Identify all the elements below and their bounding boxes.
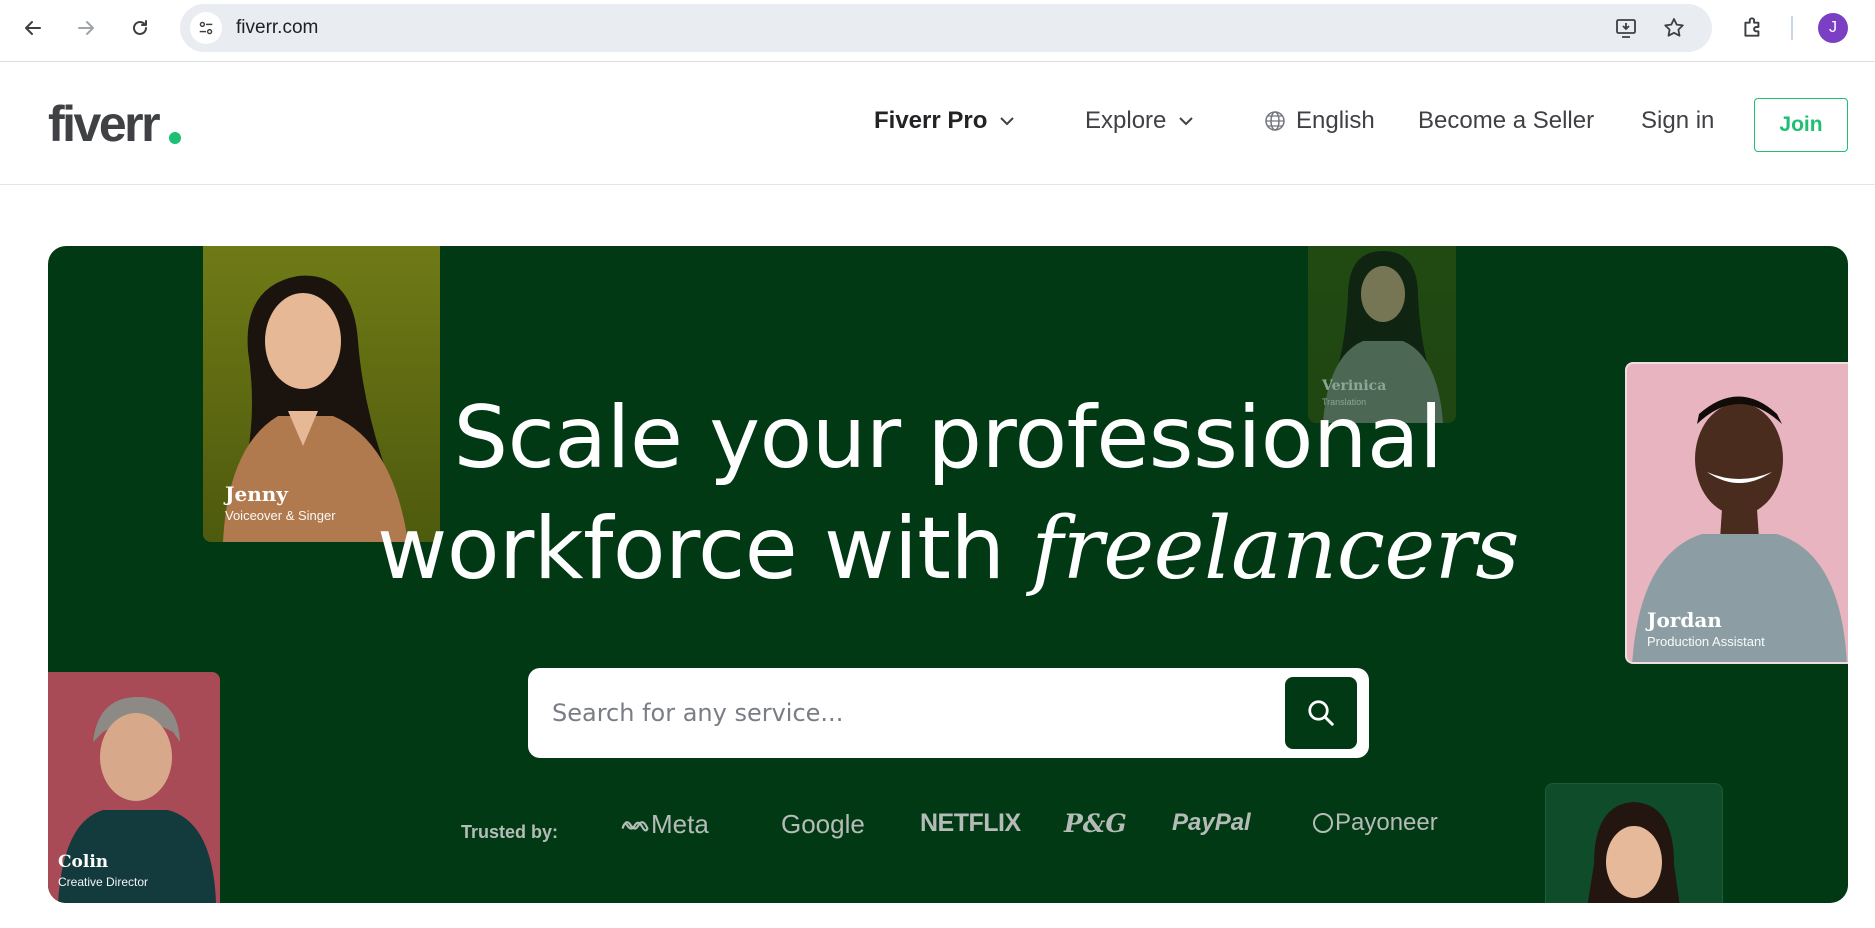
brand-meta: Meta	[619, 809, 709, 840]
toolbar-divider	[1791, 16, 1793, 40]
trusted-by-label: Trusted by:	[461, 822, 559, 842]
hero-banner: Jenny Voiceover & Singer Verinica Transl…	[48, 246, 1848, 903]
brand-payoneer: Payoneer	[1311, 809, 1438, 837]
reload-icon	[133, 20, 147, 35]
bookmark-star-icon[interactable]	[1660, 14, 1688, 42]
reload-button[interactable]	[122, 10, 158, 46]
nav-sign-in[interactable]: Sign in	[1641, 107, 1714, 135]
nav-language[interactable]: English	[1264, 107, 1375, 135]
nav-sign-in-label: Sign in	[1641, 107, 1715, 134]
back-button[interactable]	[15, 10, 51, 46]
hero-title-line1: Scale your professional	[453, 388, 1443, 488]
brand-netflix: NETFLIX	[920, 809, 1021, 837]
freelancer-card-partial	[1545, 783, 1723, 903]
freelancer-name: Colin	[58, 852, 109, 872]
fiverr-logo[interactable]: fiverr	[48, 95, 161, 153]
brand-paypal: PayPal	[1172, 809, 1251, 836]
freelancer-card-colin: Colin Creative Director	[48, 672, 220, 903]
arrow-left-icon	[25, 21, 41, 35]
brand-google: Google	[781, 809, 865, 839]
forward-button[interactable]	[68, 10, 104, 46]
hero-title-line2: workforce with freelancers	[48, 493, 1848, 605]
browser-toolbar: fiverr.com J	[0, 0, 1875, 62]
globe-icon	[1265, 111, 1285, 131]
brand-meta-label: Meta	[651, 809, 709, 839]
nav-explore-label: Explore	[1085, 107, 1167, 134]
join-button[interactable]: Join	[1754, 98, 1848, 152]
extensions-puzzle-icon[interactable]	[1738, 12, 1768, 42]
logo-dot	[169, 132, 181, 144]
site-header: fiverr Fiverr Pro Explore English Become…	[0, 63, 1875, 185]
address-bar[interactable]: fiverr.com	[180, 4, 1712, 52]
search-icon	[1308, 700, 1334, 726]
nav-become-seller[interactable]: Become a Seller	[1418, 107, 1594, 135]
arrow-right-icon	[78, 21, 94, 35]
chevron-down-icon	[1000, 117, 1015, 126]
search-input[interactable]	[552, 688, 1252, 738]
meta-logo-icon	[621, 820, 649, 831]
freelancer-name: Jordan	[1647, 608, 1722, 632]
install-app-icon[interactable]	[1612, 14, 1640, 42]
nav-fiverr-pro-label: Fiverr Pro	[874, 107, 988, 134]
nav-fiverr-pro[interactable]: Fiverr Pro	[874, 107, 1017, 135]
chevron-down-icon	[1179, 117, 1194, 126]
hero-title-prefix: workforce with	[376, 499, 1005, 599]
nav-become-seller-label: Become a Seller	[1418, 107, 1595, 134]
search-button[interactable]	[1285, 677, 1357, 749]
hero-title-italic: freelancers	[1031, 499, 1519, 599]
search-box	[528, 668, 1369, 758]
payoneer-logo-icon	[1313, 813, 1333, 833]
brand-pg: P&G	[1064, 809, 1127, 838]
nav-language-label: English	[1296, 107, 1375, 134]
brand-payoneer-label: Payoneer	[1335, 809, 1438, 836]
nav-explore[interactable]: Explore	[1085, 107, 1196, 135]
profile-avatar[interactable]: J	[1818, 13, 1848, 43]
freelancer-role: Creative Director	[58, 875, 149, 889]
freelancer-role: Production Assistant	[1647, 634, 1765, 649]
freelancer-portrait	[1587, 802, 1680, 903]
url-text[interactable]: fiverr.com	[236, 17, 318, 39]
site-info-icon[interactable]	[190, 12, 222, 44]
